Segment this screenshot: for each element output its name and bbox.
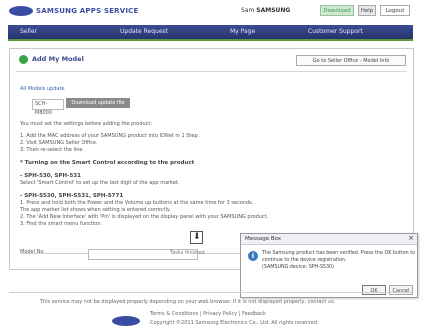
- task-status: Tasks finished: [170, 250, 205, 256]
- top-bar: SAMSUNG APPS SERVICE Sam SAMSUNG Downloa…: [0, 0, 421, 24]
- instruction-step-1: 1. Add the MAC address of your SAMSUNG p…: [20, 133, 200, 139]
- model-group-2-note: The app market list shows when setting i…: [20, 207, 171, 213]
- model-group-2-step-1: 1. Press and hold both the Power and the…: [20, 200, 254, 206]
- footer-copyright: Copyright ©2011 Samsung Electronics Co.,…: [150, 320, 319, 326]
- dialog-message-2: continue to the device registration.: [262, 258, 347, 263]
- dialog-titlebar: Message Box ×: [241, 234, 417, 245]
- logout-button[interactable]: Logout: [380, 5, 410, 16]
- site-title[interactable]: SAMSUNG APPS SERVICE: [36, 7, 139, 15]
- model-group-1: - SPH-530, SPH-531: [20, 173, 81, 179]
- panel-header: Add My Model Go to Seller Office - Model…: [10, 49, 413, 69]
- close-icon[interactable]: ×: [408, 234, 414, 242]
- dialog-message-1: The Samsung product has been verified. P…: [262, 251, 416, 256]
- model-group-1-text: Select 'Smart Control' to set up the las…: [20, 180, 180, 186]
- nav-item-seller[interactable]: Seller: [20, 28, 37, 35]
- smart-control-heading: * Turning on the Smart Control according…: [20, 160, 195, 166]
- instruction-step-3: 3. Then re-select the line.: [20, 147, 85, 153]
- ok-button[interactable]: OK: [362, 285, 386, 295]
- arrow-down-icon: ⬇: [193, 232, 201, 242]
- nav-item-customer-support[interactable]: Customer Support: [308, 28, 363, 35]
- version-label[interactable]: All Models update: [20, 86, 65, 92]
- model-group-2: - SPH-S530, SPH-S531, SPH-S771: [20, 193, 124, 199]
- instruction-step-2: 2. Visit SAMSUNG Seller Office.: [20, 140, 98, 146]
- dialog-message-3: (SAMSUNG device: SPH-S530): [262, 265, 335, 270]
- divider: [16, 71, 407, 72]
- info-icon: i: [248, 251, 258, 261]
- samsung-logo[interactable]: [9, 6, 33, 16]
- footer-divider: [9, 292, 412, 293]
- nav-item-update-request[interactable]: Update Request: [120, 28, 168, 35]
- cancel-button[interactable]: Cancel: [389, 285, 413, 295]
- pointer-callout: ⬇: [190, 231, 203, 244]
- user-id: SAMSUNG: [256, 7, 291, 14]
- model-number-label: Model No.: [20, 249, 45, 255]
- model-group-2-step-2: 2. The 'Add New Interface' with 'Pin' is…: [20, 214, 269, 220]
- page-title: Add My Model: [32, 55, 84, 63]
- footer-samsung-logo: [112, 316, 140, 326]
- download-update-button[interactable]: Download update file: [66, 98, 130, 108]
- footer-links[interactable]: Terms & Conditions | Privacy Policy | Fe…: [150, 311, 266, 317]
- main-nav: Seller Update Request My Page Customer S…: [8, 25, 413, 41]
- help-button[interactable]: Help: [358, 5, 376, 16]
- download-button[interactable]: Download: [320, 5, 354, 16]
- model-input[interactable]: SCH-M8000: [32, 99, 64, 116]
- message-dialog: Message Box × i The Samsung product has …: [240, 233, 418, 298]
- user-info: Sam SAMSUNG: [241, 7, 290, 14]
- model-group-2-step-3: 3. Find the smart menu function.: [20, 221, 103, 227]
- dialog-title: Message Box: [245, 236, 282, 242]
- nav-item-my-page[interactable]: My Page: [230, 28, 255, 35]
- instruction-intro: You must set the settings before adding …: [20, 121, 153, 127]
- footer-notice: This service may not be displayed proper…: [40, 299, 336, 305]
- seller-office-link[interactable]: Go to Seller Office - Model Info: [296, 55, 406, 66]
- add-model-icon: [19, 55, 28, 64]
- user-label: Sam: [241, 7, 255, 14]
